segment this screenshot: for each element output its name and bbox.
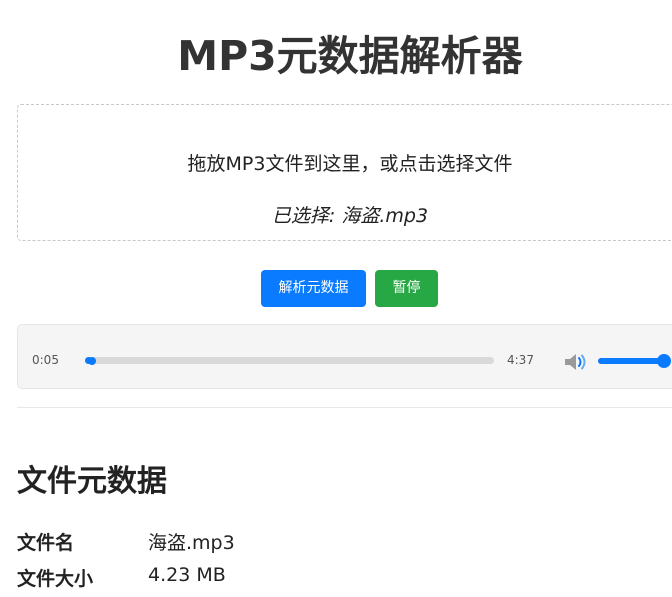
metadata-heading: 文件元数据 [17, 464, 167, 499]
divider [17, 407, 672, 408]
selected-file-label: 已选择: 海盗.mp3 [271, 205, 429, 227]
file-dropzone[interactable]: 拖放MP3文件到这里，或点击选择文件 已选择: 海盗.mp3 [17, 104, 672, 241]
progress-slider[interactable] [85, 356, 494, 365]
speaker-icon[interactable] [563, 352, 589, 372]
filename-value: 海盗.mp3 [148, 532, 235, 554]
filename-label: 文件名 [17, 532, 75, 554]
volume-slider[interactable] [598, 354, 671, 368]
total-time: 4:37 [507, 353, 534, 367]
page-title: MP3元数据解析器 [177, 32, 523, 80]
volume-fill [598, 358, 664, 364]
filesize-label: 文件大小 [17, 568, 94, 590]
page: MP3元数据解析器 拖放MP3文件到这里，或点击选择文件 已选择: 海盗.mp3… [0, 0, 672, 597]
pause-button[interactable]: 暂停 [375, 270, 438, 307]
progress-thumb[interactable] [88, 356, 97, 365]
parse-metadata-button[interactable]: 解析元数据 [261, 270, 366, 307]
volume-thumb[interactable] [657, 354, 671, 368]
audio-player: 0:05 4:37 [17, 324, 672, 389]
dropzone-hint: 拖放MP3文件到这里，或点击选择文件 [187, 153, 513, 175]
current-time: 0:05 [32, 353, 59, 367]
filesize-value: 4.23 MB [148, 564, 226, 586]
